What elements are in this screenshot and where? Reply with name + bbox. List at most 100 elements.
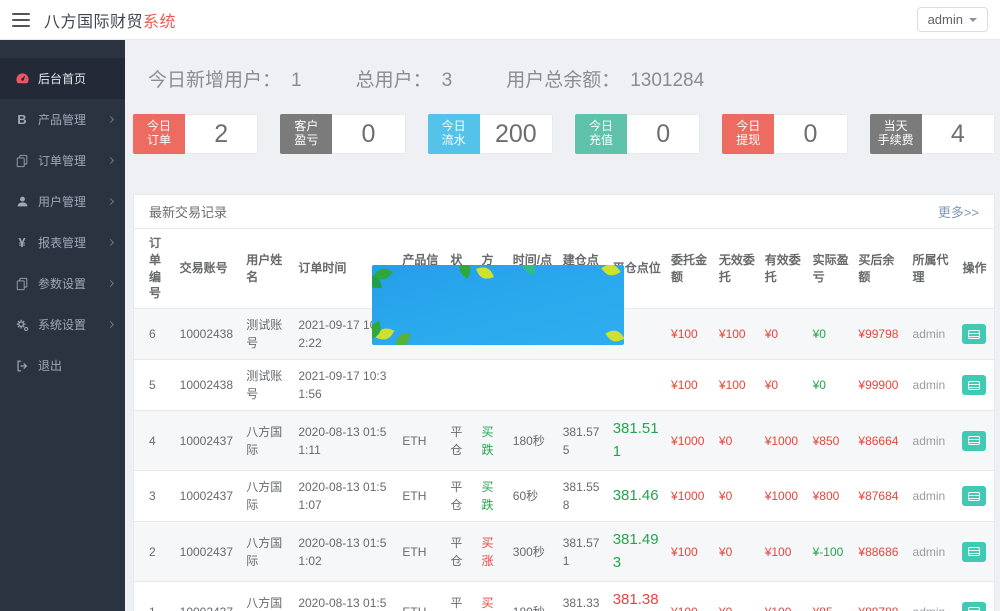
table-cell: ¥88686 [854,521,909,582]
view-order-button[interactable] [962,430,987,451]
table-cell: 381.571 [558,521,609,582]
table-cell: 4 [134,410,176,471]
sidebar-item-label: 参数设置 [38,277,87,291]
view-order-button[interactable] [962,324,987,345]
view-order-button[interactable] [962,601,987,611]
table-cell: admin [908,470,959,522]
table-cell: 平仓 [446,410,478,471]
sidebar-item-users[interactable]: 用户管理 [0,181,125,222]
app-title-primary: 八方国际财贸 [44,13,144,31]
top-bar: 八方国际财贸系统 admin [0,0,1000,40]
gear-icon [14,317,30,333]
table-cell: 10002438 [179,327,234,342]
table-cell: 180秒 [508,581,559,611]
column-header: 无效委托 [714,229,761,310]
card-value: 200 [479,114,553,154]
table-cell: ¥88788 [854,581,909,611]
sidebar-item-products[interactable]: B 产品管理 [0,99,125,140]
table-cell: ¥1000 [667,410,715,471]
sidebar-item-system[interactable]: 系统设置 [0,304,125,345]
user-dropdown-label: admin [927,12,963,27]
table-cell: ¥0 [812,327,826,342]
chevron-right-icon [106,320,115,329]
table-cell: 6 [149,327,156,342]
table-cell [477,359,509,411]
table-cell: ¥86664 [854,410,909,471]
user-icon [14,194,30,210]
card-today-flow: 今日 流水 200 [427,114,553,154]
table-cell: ¥0 [714,521,761,582]
table-cell: 10002438 [175,359,243,411]
column-header: 订单编号 [134,229,176,310]
table-cell: ¥100 [671,327,698,342]
table-cell: 买跌 [477,470,509,522]
files-icon [14,153,30,169]
bitcoin-icon: B [17,112,27,127]
table-row: 2 10002437 八方国际 2020-08-13 01:51:02 ETH 平仓 买涨 3… [134,521,994,582]
op-cell [958,410,994,471]
op-cell [958,470,994,522]
sidebar-item-logout[interactable]: 退出 [0,345,125,386]
table-cell: ¥100 [667,581,715,611]
table-cell: ¥1000 [760,470,809,522]
sidebar-item-label: 退出 [38,359,63,373]
table-cell: ¥100 [718,327,746,342]
sidebar-item-parameters[interactable]: 参数设置 [0,263,125,304]
table-cell: 平仓 [446,581,478,611]
column-header: 所属代理 [908,229,959,310]
table-cell: 买涨 [477,581,509,611]
card-label: 当天 手续费 [869,114,922,154]
table-cell: 3 [134,470,176,522]
table-cell: 2020-08-13 01:51:07 [294,470,399,522]
table-cell: admin [912,327,946,342]
app-title: 八方国际财贸系统 [44,8,176,32]
sidebar-item-label: 产品管理 [38,113,87,127]
table-cell: admin [908,581,959,611]
table-cell: ETH [398,410,447,471]
order-detail-icon [968,607,981,611]
view-order-button[interactable] [962,541,987,562]
table-cell: 买涨 [477,521,509,582]
user-dropdown[interactable]: admin [916,7,988,32]
table-cell: 381.575 [558,410,609,471]
sidebar-item-label: 系统设置 [38,318,87,332]
card-customer-pnl: 客户 盈亏 0 [280,114,406,154]
files-icon [14,276,30,292]
more-link[interactable]: 更多>> [938,202,979,221]
chevron-right-icon [106,156,115,165]
table-cell: 平仓 [446,470,478,522]
table-cell: 八方国际 [242,410,295,471]
sidebar-item-home[interactable]: 后台首页 [0,58,125,99]
table-cell: 10002437 [175,521,243,582]
column-header: 买后余额 [854,229,909,310]
menu-toggle-icon[interactable] [12,12,30,27]
view-order-button[interactable] [962,486,987,507]
overview-stats: 今日新增用户： 1 总用户： 3 用户总余额： 1301284 [148,65,995,92]
table-row: 3 10002437 八方国际 2020-08-13 01:51:07 ETH 平仓 买跌 6… [134,470,994,522]
card-label: 今日 流水 [427,114,480,154]
card-value: 4 [921,114,995,154]
table-row: 110002437八方国际2020-08-13 01:50:57ETH平仓买涨1… [134,581,994,611]
order-detail-icon [968,380,981,390]
panel-header: 最新交易记录 更多>> [134,195,994,229]
view-order-button[interactable] [962,375,987,396]
table-cell: 381.46 [608,470,668,522]
column-header: 操作 [958,229,994,310]
table-cell: ¥87684 [854,470,909,522]
stat-cards: 今日 订单 2 客户 盈亏 0 今日 流水 200 今日 充值 0 今日 提现 … [133,114,995,154]
table-cell [446,359,478,411]
sidebar-item-reports[interactable]: ¥ 报表管理 [0,222,125,263]
table-cell: 测试账号 [246,318,283,351]
table-cell: 381.558 [558,470,609,522]
card-today-fees: 当天 手续费 4 [869,114,995,154]
table-cell [608,359,668,411]
column-header: 有效委托 [760,229,809,310]
sidebar-item-orders[interactable]: 订单管理 [0,140,125,181]
op-cell [958,581,994,611]
table-cell [508,359,559,411]
sidebar-item-label: 用户管理 [38,195,87,209]
app-title-accent: 系统 [143,13,177,31]
column-header: 交易账号 [175,229,243,310]
table-cell: 180秒 [508,410,559,471]
sidebar-item-label: 报表管理 [38,236,87,250]
